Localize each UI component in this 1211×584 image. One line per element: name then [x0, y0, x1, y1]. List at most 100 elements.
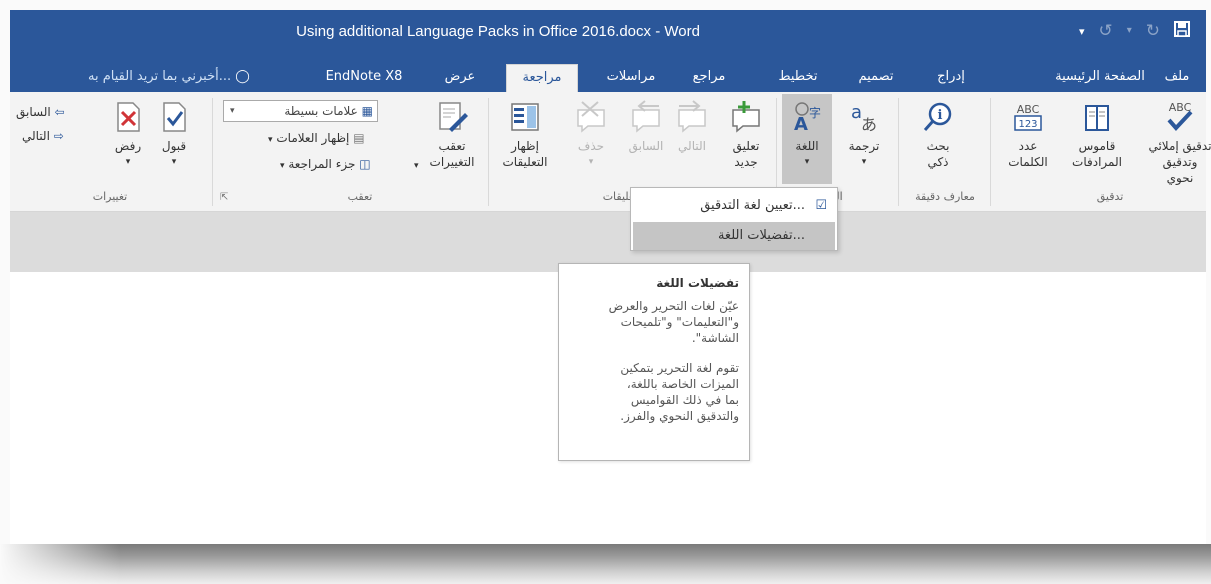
tab-view[interactable]: عرض [440, 64, 480, 92]
set-proofing-label: تعيين لغة التدقيق... [700, 198, 805, 213]
reject-button[interactable]: رفض ▾ [106, 100, 150, 170]
undo-dropdown-icon[interactable]: ▾ [1127, 26, 1132, 36]
svg-text:ABC: ABC [1017, 103, 1040, 116]
tooltip-line: تقوم لغة التحرير بتمكين [620, 361, 739, 375]
smart-lookup-button[interactable]: i بحث ذكي [908, 100, 968, 170]
svg-text:i: i [938, 108, 943, 123]
smart-lookup-label-2: ذكي [927, 155, 949, 169]
reject-dropdown-icon: ▾ [125, 157, 131, 167]
new-comment-label-2: جديد [734, 155, 758, 169]
spelling-label-1: تدقيق إملائي [1148, 139, 1211, 153]
svg-text:A: A [794, 114, 808, 134]
window-shadow [0, 544, 1211, 584]
changes-group-label: تغييرات [92, 190, 128, 203]
previous-comment-icon [632, 100, 660, 133]
tab-home[interactable]: الصفحة الرئيسية [1044, 64, 1156, 92]
next-change-button[interactable]: التالي ⇨ [22, 126, 64, 146]
svg-text:123: 123 [1018, 119, 1037, 130]
track-changes-label-1: تعقب [438, 139, 466, 153]
group-separator [990, 98, 991, 206]
delete-dropdown-icon: ▾ [588, 157, 594, 167]
tab-mailings[interactable]: مراسلات [598, 64, 664, 92]
tooltip-line: الميزات الخاصة باللغة، [626, 377, 739, 391]
tell-me-box[interactable]: أخبرني بما تريد القيام به... ◯ [88, 64, 250, 90]
save-icon[interactable] [1174, 21, 1190, 41]
tracking-options-launcher-icon[interactable]: ⇱ [220, 188, 228, 208]
language-dropdown-icon: ▾ [804, 157, 810, 167]
show-markup-icon: ▤ [353, 131, 365, 145]
track-changes-button[interactable]: تعقب التغييرات ▾ [414, 100, 482, 171]
svg-text:ABC: ABC [1169, 101, 1192, 114]
proofing-language-icon: ☑ [815, 198, 827, 213]
tab-layout[interactable]: تخطيط [772, 64, 824, 92]
tooltip-title: تفضيلات اللغة [656, 276, 739, 290]
previous-change-button[interactable]: السابق ⇦ [16, 102, 65, 122]
menu-item-language-preferences[interactable]: تفضيلات اللغة... [633, 222, 835, 250]
next-comment-icon [678, 100, 706, 133]
previous-change-label: السابق [16, 105, 51, 119]
ribbon-tabs: ملف الصفحة الرئيسية إدراج تصميم تخطيط مر… [10, 60, 1206, 92]
show-comments-icon [511, 103, 539, 131]
reviewing-pane-button[interactable]: ▾ جزء المراجعة ◫ [280, 154, 371, 174]
tab-design[interactable]: تصميم [850, 64, 902, 92]
track-changes-dropdown-icon: ▾ [414, 161, 419, 171]
smart-lookup-icon: i [923, 102, 952, 131]
lightbulb-icon: ◯ [235, 69, 250, 84]
word-count-icon: ABC 123 [1014, 103, 1042, 131]
tab-endnote[interactable]: EndNote X8 [318, 64, 410, 92]
insights-group-label: معارف دقيقة [915, 190, 975, 203]
markup-combo-icon: ▦ [361, 104, 373, 118]
show-comments-label-1: إظهار [511, 139, 539, 153]
new-comment-button[interactable]: تعليق جديد [720, 100, 772, 170]
tab-references[interactable]: مراجع [684, 64, 734, 92]
combo-dropdown-icon: ▾ [230, 106, 235, 116]
tooltip-line: والتدقيق النحوي والفرز. [620, 409, 739, 423]
customize-qat-icon[interactable]: ▾ [1079, 26, 1085, 37]
tooltip-paragraph-2: تقوم لغة التحرير بتمكين الميزات الخاصة ب… [571, 360, 739, 424]
delete-comment-icon [577, 101, 605, 133]
next-comment-label: التالي [678, 139, 706, 153]
thesaurus-button[interactable]: قاموس المرادفات [1070, 100, 1124, 170]
title-bar: Using additional Language Packs in Offic… [10, 10, 1206, 60]
combo-value: علامات بسيطة [284, 104, 358, 118]
redo-icon[interactable]: ↻ [1146, 22, 1160, 40]
tab-review[interactable]: مراجعة [506, 64, 578, 92]
language-icon: A 字 [794, 102, 821, 134]
group-separator [898, 98, 899, 206]
accept-label: قبول [161, 139, 187, 153]
translate-label: ترجمة [848, 139, 880, 153]
translate-dropdown-icon: ▾ [861, 157, 867, 167]
tab-file[interactable]: ملف [1160, 64, 1194, 92]
thesaurus-label-1: قاموس [1078, 139, 1116, 153]
show-comments-button[interactable]: إظهار التعليقات [496, 100, 554, 170]
menu-item-set-proofing-language[interactable]: تعيين لغة التدقيق... ☑ [633, 192, 835, 220]
word-count-label-2: الكلمات [1008, 155, 1048, 169]
tracking-group-label: تعقب [347, 190, 373, 203]
spelling-grammar-button[interactable]: ABC تدقيق إملائي وتدقيق نحوي [1148, 100, 1211, 186]
tab-insert[interactable]: إدراج [926, 64, 976, 92]
spelling-check-icon: ABC [1167, 101, 1193, 131]
show-markup-button[interactable]: ▾ إظهار العلامات ▤ [268, 128, 365, 148]
svg-text:字: 字 [809, 105, 821, 120]
delete-comment-button[interactable]: حذف ▾ [566, 100, 616, 170]
next-comment-button[interactable]: التالي [670, 100, 714, 154]
reviewing-pane-label: جزء المراجعة [288, 157, 356, 171]
translate-button[interactable]: a あ ترجمة ▾ [836, 100, 892, 170]
word-count-button[interactable]: ABC 123 عدد الكلمات [1000, 100, 1056, 170]
smart-lookup-label-1: بحث [926, 139, 950, 153]
accept-button[interactable]: قبول ▾ [152, 100, 196, 170]
language-button[interactable]: A 字 اللغة ▾ [782, 94, 832, 184]
quick-access-toolbar: ▾ ↺ ▾ ↻ [1079, 21, 1190, 41]
accept-dropdown-icon: ▾ [171, 157, 177, 167]
reviewing-pane-icon: ◫ [359, 157, 371, 171]
language-label: اللغة [795, 139, 819, 153]
display-for-review-combo[interactable]: ▾ علامات بسيطة ▦ [223, 100, 378, 122]
previous-comment-button[interactable]: السابق [622, 100, 670, 154]
thesaurus-book-icon [1085, 105, 1109, 131]
svg-text:あ: あ [861, 115, 877, 134]
previous-comment-label: السابق [628, 139, 664, 153]
previous-change-icon: ⇦ [54, 105, 65, 119]
proofing-group-label: تدقيق [1096, 190, 1124, 203]
tooltip-line: عيّن لغات التحرير والعرض [608, 299, 739, 313]
undo-icon[interactable]: ↺ [1098, 22, 1112, 40]
